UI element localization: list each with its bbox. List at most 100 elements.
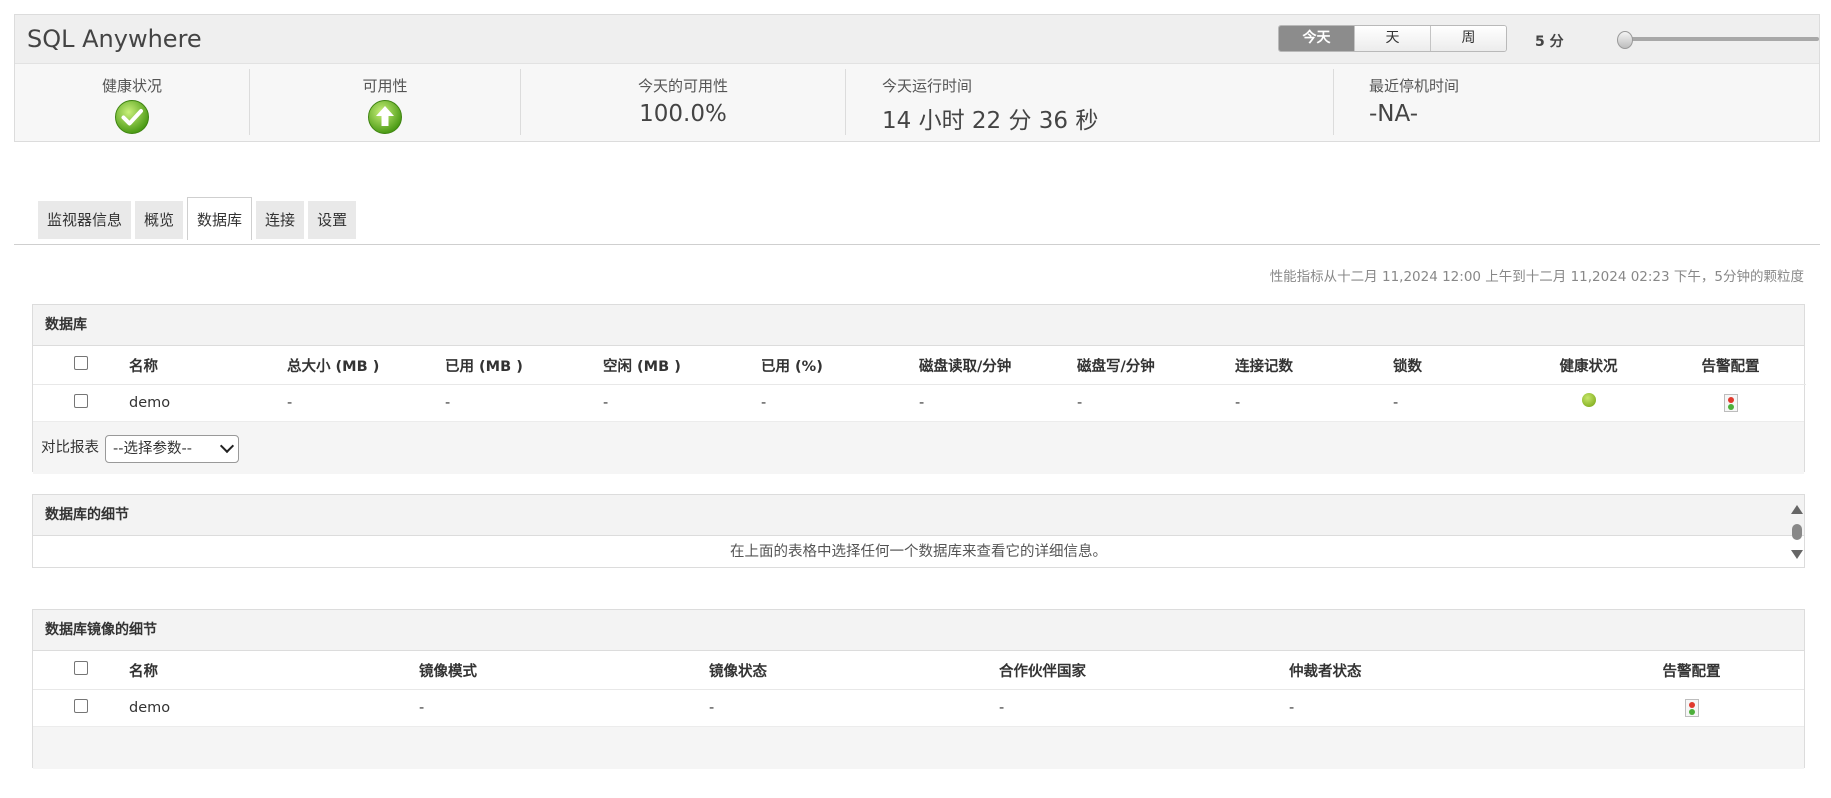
column-header[interactable]: 健康状况 (1522, 346, 1655, 385)
cell: - (919, 395, 925, 411)
availability-label: 可用性 (362, 77, 408, 95)
last-downtime-label: 最近停机时间 (1369, 77, 1460, 95)
column-header[interactable]: 磁盘读取/分钟 (919, 346, 1077, 385)
health-label: 健康状况 (101, 77, 162, 95)
tab-connections[interactable]: 连接 (256, 201, 305, 239)
details-scrollbar[interactable] (1790, 502, 1804, 562)
uptime-value: 14 小时 22 分 36 秒 (882, 108, 1099, 134)
compare-report: 对比报表 --选择参数-- (33, 422, 1804, 474)
table-row: demo - - - - (33, 690, 1804, 727)
table-row: demo - - - - - - - - (33, 385, 1806, 422)
mirroring-panel-title: 数据库镜像的细节 (33, 610, 1804, 651)
column-header[interactable]: 仲裁者状态 (1289, 651, 1579, 690)
cell: - (709, 700, 715, 716)
column-header[interactable]: 名称 (129, 346, 287, 385)
uptime-label: 今天运行时间 (882, 77, 973, 95)
app-title: SQL Anywhere (27, 25, 202, 53)
cell: - (1077, 395, 1083, 411)
compare-report-label: 对比报表 (41, 440, 99, 456)
select-all-cell (33, 346, 129, 385)
cell: - (287, 395, 293, 411)
databases-panel-title: 数据库 (33, 305, 1804, 346)
period-today-button[interactable]: 今天 (1279, 26, 1354, 51)
cell: - (603, 395, 609, 411)
period-day-button[interactable]: 天 (1354, 26, 1430, 51)
scroll-up-icon[interactable] (1791, 505, 1803, 514)
db-name-cell[interactable]: demo (129, 385, 287, 422)
column-header[interactable]: 磁盘写/分钟 (1077, 346, 1235, 385)
row-select-cell (33, 385, 129, 422)
availability-up-icon (368, 100, 402, 134)
health-status-icon[interactable] (1581, 393, 1596, 407)
last-downtime-value: -NA- (1369, 101, 1419, 127)
alarm-config-icon[interactable] (1723, 394, 1738, 412)
period-selector: 今天 天 周 (1278, 25, 1507, 52)
cell: - (761, 395, 767, 411)
column-header[interactable]: 名称 (129, 651, 419, 690)
mirror-name-cell[interactable]: demo (129, 690, 419, 727)
mirroring-panel: 数据库镜像的细节 名称 镜像模式 镜像状态 合作伙伴国家 仲裁者状态 告警配置 … (32, 609, 1805, 769)
monitor-header: SQL Anywhere 今天 天 周 5 分 健康状况 可用性 今天的可用性 … (14, 14, 1820, 142)
cell: - (419, 700, 425, 716)
column-header[interactable]: 镜像状态 (709, 651, 999, 690)
column-header[interactable]: 空闲 (MB ) (603, 346, 761, 385)
database-details-message: 在上面的表格中选择任何一个数据库来查看它的详细信息。 (730, 544, 1107, 560)
tab-bar: 监视器信息 概览 数据库 连接 设置 (38, 197, 357, 240)
databases-panel: 数据库 名称 总大小 (MB ) 已用 (MB ) 空闲 (MB ) 已用 (%… (32, 304, 1806, 474)
cell: - (1235, 395, 1241, 411)
availability-stat: 可用性 (250, 63, 520, 141)
select-all-cell (33, 651, 129, 690)
column-header[interactable]: 已用 (MB ) (445, 346, 603, 385)
alarm-config-cell (1655, 385, 1806, 422)
tab-monitor-info[interactable]: 监视器信息 (38, 201, 132, 239)
row-checkbox[interactable] (74, 394, 88, 408)
column-header[interactable]: 锁数 (1393, 346, 1522, 385)
tab-settings[interactable]: 设置 (308, 201, 357, 239)
chevron-down-icon (219, 438, 235, 454)
period-week-button[interactable]: 周 (1430, 26, 1506, 51)
cell: - (999, 700, 1005, 716)
mirroring-table: 名称 镜像模式 镜像状态 合作伙伴国家 仲裁者状态 告警配置 demo - - … (33, 651, 1804, 726)
performance-range-note: 性能指标从十二月 11,2024 12:00 上午到十二月 11,2024 02… (1269, 269, 1804, 285)
health-ok-icon (115, 100, 149, 134)
scroll-thumb[interactable] (1792, 524, 1802, 540)
alarm-config-icon[interactable] (1684, 699, 1699, 717)
health-cell (1522, 385, 1655, 422)
select-all-checkbox[interactable] (74, 661, 88, 675)
compare-select-value: --选择参数-- (113, 441, 192, 457)
alarm-config-cell (1579, 690, 1804, 727)
uptime-stat: 今天运行时间 14 小时 22 分 36 秒 (846, 63, 1333, 141)
tab-database[interactable]: 数据库 (187, 197, 253, 240)
column-header[interactable]: 合作伙伴国家 (999, 651, 1289, 690)
databases-table: 名称 总大小 (MB ) 已用 (MB ) 空闲 (MB ) 已用 (%) 磁盘… (33, 346, 1806, 421)
row-select-cell (33, 690, 129, 727)
column-header[interactable]: 告警配置 (1655, 346, 1806, 385)
row-checkbox[interactable] (74, 699, 88, 713)
table-header-row: 名称 总大小 (MB ) 已用 (MB ) 空闲 (MB ) 已用 (%) 磁盘… (33, 346, 1806, 385)
scroll-down-icon[interactable] (1791, 550, 1803, 559)
column-header[interactable]: 总大小 (MB ) (287, 346, 445, 385)
select-all-checkbox[interactable] (74, 356, 88, 370)
health-stat: 健康状况 (15, 63, 249, 141)
interval-slider[interactable] (1617, 31, 1819, 49)
column-header[interactable]: 已用 (%) (761, 346, 919, 385)
interval-label: 5 分 (1535, 34, 1564, 50)
stats-row: 健康状况 可用性 今天的可用性 100.0% 今天运行时间 14 小时 22 分… (15, 63, 1819, 141)
today-availability-label: 今天的可用性 (637, 77, 728, 95)
cell: - (1393, 395, 1399, 411)
today-availability-value: 100.0% (639, 101, 727, 127)
slider-thumb[interactable] (1617, 31, 1633, 49)
mirroring-panel-footer (33, 726, 1804, 769)
page: SQL Anywhere 今天 天 周 5 分 健康状况 可用性 今天的可用性 … (0, 0, 1831, 798)
column-header[interactable]: 连接记数 (1235, 346, 1393, 385)
column-header[interactable]: 镜像模式 (419, 651, 709, 690)
compare-parameter-select[interactable]: --选择参数-- (105, 435, 239, 463)
database-details-title: 数据库的细节 (33, 495, 1804, 536)
cell: - (1289, 700, 1295, 716)
column-header[interactable]: 告警配置 (1579, 651, 1804, 690)
tab-overview[interactable]: 概览 (135, 201, 184, 239)
last-downtime-stat: 最近停机时间 -NA- (1334, 63, 1821, 141)
table-header-row: 名称 镜像模式 镜像状态 合作伙伴国家 仲裁者状态 告警配置 (33, 651, 1804, 690)
databases-panel-footer: 对比报表 --选择参数-- (33, 421, 1804, 474)
tab-underline (14, 244, 1820, 245)
